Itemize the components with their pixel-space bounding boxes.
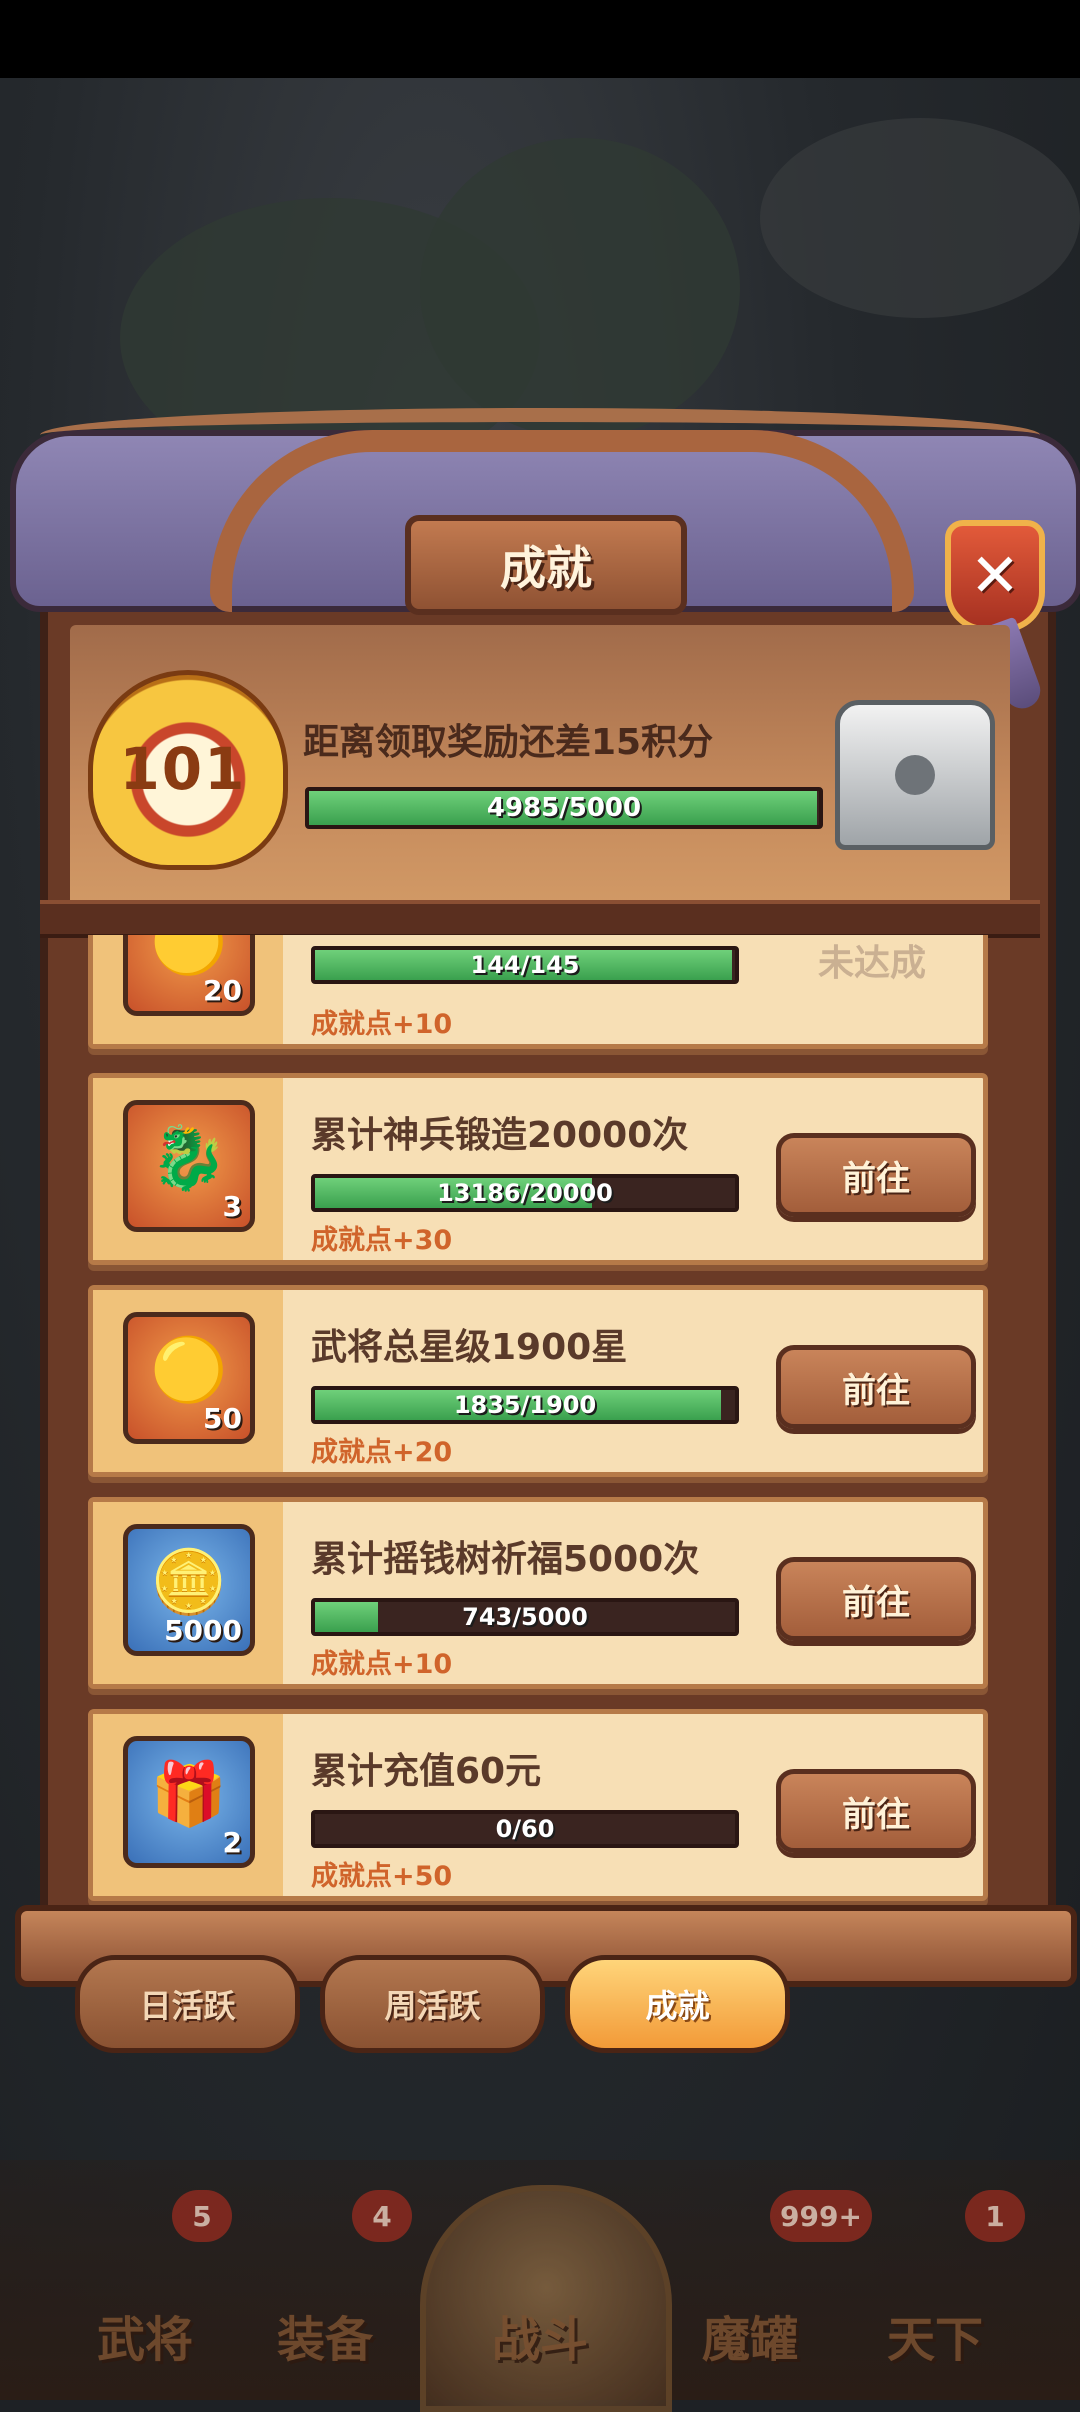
dragon-icon: 🐉 (150, 1121, 228, 1194)
item-frame[interactable]: 🟡 50 (123, 1312, 255, 1444)
coin-icon: 🪙 (150, 1545, 228, 1618)
panel-title: 成就 (405, 515, 687, 615)
achievement-card: 🎁 2 累计充值60元 0/60 成就点+50 前往 (88, 1709, 988, 1901)
achievement-progress-bar: 1835/1900 (311, 1386, 739, 1424)
achievement-progress-bar: 13186/20000 (311, 1174, 739, 1212)
reward-progress-bar: 4985/5000 (305, 787, 823, 829)
achievement-points: 成就点+10 (311, 1009, 453, 1040)
item-frame[interactable]: 🪙 5000 (123, 1524, 255, 1656)
achievement-card: 🐉 3 累计神兵锻造20000次 13186/20000 成就点+30 前往 (88, 1073, 988, 1265)
reward-message: 距离领取奖励还差15积分 (303, 722, 714, 763)
achievement-title: 武将总星级1900星 (311, 1327, 628, 1368)
item-slot: 🪙 5000 (93, 1502, 283, 1684)
status-bar (0, 0, 1080, 78)
gold-ingot-icon: 🟡 (150, 935, 228, 978)
close-button[interactable]: ✕ (945, 520, 1045, 632)
goto-button[interactable]: 前往 (776, 1345, 976, 1429)
nav-item-world[interactable]: 天下 (855, 2300, 1015, 2370)
item-frame[interactable]: 🟡 20 (123, 935, 255, 1016)
close-icon: ✕ (969, 541, 1021, 611)
achievement-progress-bar: 0/60 (311, 1810, 739, 1848)
tab-achievements[interactable]: 成就 (565, 1955, 790, 2053)
goto-button[interactable]: 前往 (776, 1769, 976, 1853)
item-slot: 🎁 2 (93, 1714, 283, 1896)
level-number: 101 (119, 735, 247, 803)
item-frame[interactable]: 🎁 2 (123, 1736, 255, 1868)
treasure-box-icon: 🎁 (150, 1757, 228, 1830)
reward-progress-text: 4985/5000 (486, 793, 642, 823)
achievement-progress-text: 743/5000 (462, 1603, 588, 1631)
achievement-progress-text: 1835/1900 (453, 1391, 597, 1419)
achievement-progress-bar: 144/145 (311, 946, 739, 984)
achievement-progress-text: 144/145 (470, 951, 580, 979)
item-slot: 🟡 20 (93, 935, 283, 1044)
nav-badge: 5 (172, 2190, 232, 2242)
silver-chest-icon[interactable] (835, 700, 995, 850)
achievement-card: 🟡 20 144/145 未达成 成就点+10 (88, 935, 988, 1049)
nav-badge: 1 (965, 2190, 1025, 2242)
nav-item-magic-jar[interactable]: 魔罐 (670, 2300, 830, 2370)
tab-weekly[interactable]: 周活跃 (320, 1955, 545, 2053)
achievement-card: 🟡 50 武将总星级1900星 1835/1900 成就点+20 前往 (88, 1285, 988, 1477)
item-frame[interactable]: 🐉 3 (123, 1100, 255, 1232)
achievement-points: 成就点+50 (311, 1861, 453, 1892)
achievement-progress-text: 13186/20000 (437, 1179, 613, 1207)
nav-badge: 4 (352, 2190, 412, 2242)
nav-item-battle[interactable]: 战斗 (460, 2300, 620, 2370)
item-quantity: 20 (203, 974, 242, 1007)
achievement-points: 成就点+10 (311, 1649, 453, 1680)
achievement-card: 🪙 5000 累计摇钱树祈福5000次 743/5000 成就点+10 前往 (88, 1497, 988, 1689)
achievement-title: 累计充值60元 (311, 1751, 542, 1792)
item-quantity: 2 (222, 1826, 242, 1859)
achievement-progress-text: 0/60 (495, 1815, 555, 1843)
item-quantity: 5000 (164, 1614, 242, 1647)
gold-ingot-icon: 🟡 (150, 1333, 228, 1406)
goto-button[interactable]: 前往 (776, 1133, 976, 1217)
item-quantity: 3 (222, 1190, 242, 1223)
achievement-title: 累计摇钱树祈福5000次 (311, 1539, 700, 1580)
goto-button[interactable]: 前往 (776, 1557, 976, 1641)
achievement-points: 成就点+30 (311, 1225, 453, 1256)
item-quantity: 50 (203, 1402, 242, 1435)
battle-emblem-icon[interactable] (420, 2185, 672, 2412)
item-slot: 🟡 50 (93, 1290, 283, 1472)
nav-item-heroes[interactable]: 武将 (65, 2300, 225, 2370)
status-text: 未达成 (818, 943, 927, 984)
achievement-points: 成就点+20 (311, 1437, 453, 1468)
achievement-progress-bar: 743/5000 (311, 1598, 739, 1636)
nav-badge: 999+ (770, 2190, 872, 2242)
achievement-list[interactable]: 🟡 20 144/145 未达成 成就点+10 🐉 3 累计神兵锻造20000次… (88, 935, 988, 1905)
header-divider (40, 900, 1040, 938)
item-slot: 🐉 3 (93, 1078, 283, 1260)
nav-item-equipment[interactable]: 装备 (245, 2300, 405, 2370)
achievement-title: 累计神兵锻造20000次 (311, 1115, 689, 1156)
tab-daily[interactable]: 日活跃 (75, 1955, 300, 2053)
